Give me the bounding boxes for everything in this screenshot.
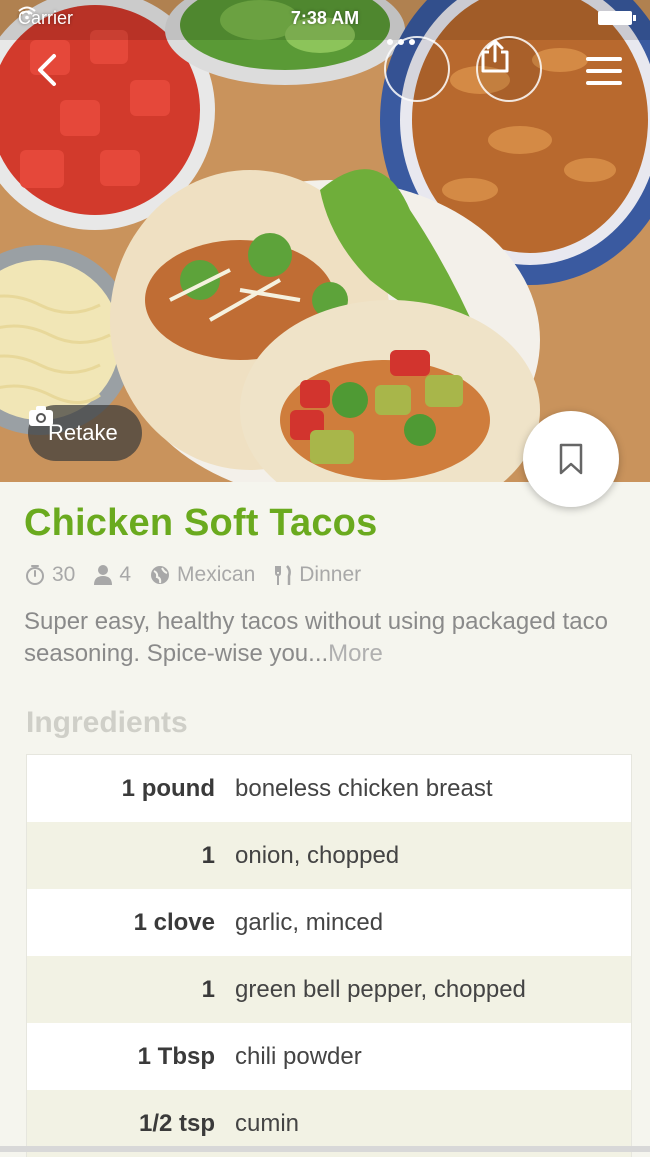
back-arrow-icon xyxy=(38,54,56,86)
more-button[interactable] xyxy=(384,36,450,102)
ingredient-qty: 1 xyxy=(201,975,215,1003)
meta-servings-value: 4 xyxy=(119,563,132,586)
ingredient-name: green bell pepper, chopped xyxy=(235,975,526,1003)
meta-cuisine-value: Mexican xyxy=(177,563,256,586)
retake-label: Retake xyxy=(48,420,118,445)
meta-course: Dinner xyxy=(273,563,361,587)
ingredient-name: cumin xyxy=(235,1109,300,1137)
ingredient-name: chili powder xyxy=(235,1042,362,1070)
timer-icon xyxy=(26,565,44,585)
ingredient-qty: 1 Tbsp xyxy=(137,1042,215,1070)
ingredient-row: 1 pound boneless chicken breast xyxy=(27,755,631,822)
menu-icon xyxy=(586,57,622,85)
menu-button[interactable] xyxy=(584,54,624,88)
ingredient-row: 1 green bell pepper, chopped xyxy=(27,956,631,1023)
battery-icon xyxy=(598,11,636,25)
ingredient-name: garlic, minced xyxy=(235,908,384,936)
meta-cuisine: Mexican xyxy=(149,563,255,587)
bottom-edge xyxy=(0,1146,650,1152)
more-icon xyxy=(387,39,415,45)
ingredient-qty: 1 clove xyxy=(133,908,215,936)
share-button[interactable] xyxy=(476,36,542,102)
camera-icon xyxy=(29,406,53,426)
bookmark-icon xyxy=(559,443,583,475)
status-bar: Carrier 7:38 AM xyxy=(18,6,636,30)
meta-course-value: Dinner xyxy=(299,563,362,586)
ingredients-heading: Ingredients xyxy=(26,706,188,739)
recipe-meta: 30 4 Mexican Dinner xyxy=(24,563,361,587)
ingredient-qty: 1 xyxy=(201,841,215,869)
share-icon xyxy=(481,39,509,73)
globe-icon xyxy=(151,566,170,584)
bookmark-button[interactable] xyxy=(523,411,619,507)
meta-servings: 4 xyxy=(93,563,131,587)
ingredient-row: 1 Tbsp chili powder xyxy=(27,1023,631,1090)
recipe-title: Chicken Soft Tacos xyxy=(24,502,378,544)
ingredient-qty: 1 pound xyxy=(121,774,215,802)
ingredient-name: boneless chicken breast xyxy=(235,774,493,802)
recipe-photo: Carrier 7:38 AM Retake xyxy=(0,0,650,482)
ingredient-row: 1 clove garlic, minced xyxy=(27,889,631,956)
description-text: Super easy, healthy tacos without using … xyxy=(24,608,608,667)
ingredient-qty: 1/2 tsp xyxy=(138,1109,215,1137)
person-icon xyxy=(94,565,113,585)
ingredient-row: 1 onion, chopped xyxy=(27,822,631,889)
ingredients-table: 1 pound boneless chicken breast 1 onion,… xyxy=(26,754,632,1157)
more-link[interactable]: More xyxy=(328,640,383,667)
retake-button[interactable]: Retake xyxy=(28,405,142,461)
fork-knife-icon xyxy=(275,565,292,585)
status-time: 7:38 AM xyxy=(290,7,360,28)
back-button[interactable] xyxy=(28,50,68,90)
meta-time: 30 xyxy=(24,563,75,587)
meta-time-value: 30 xyxy=(52,563,76,586)
ingredient-name: onion, chopped xyxy=(235,841,400,869)
recipe-description: Super easy, healthy tacos without using … xyxy=(24,606,634,670)
